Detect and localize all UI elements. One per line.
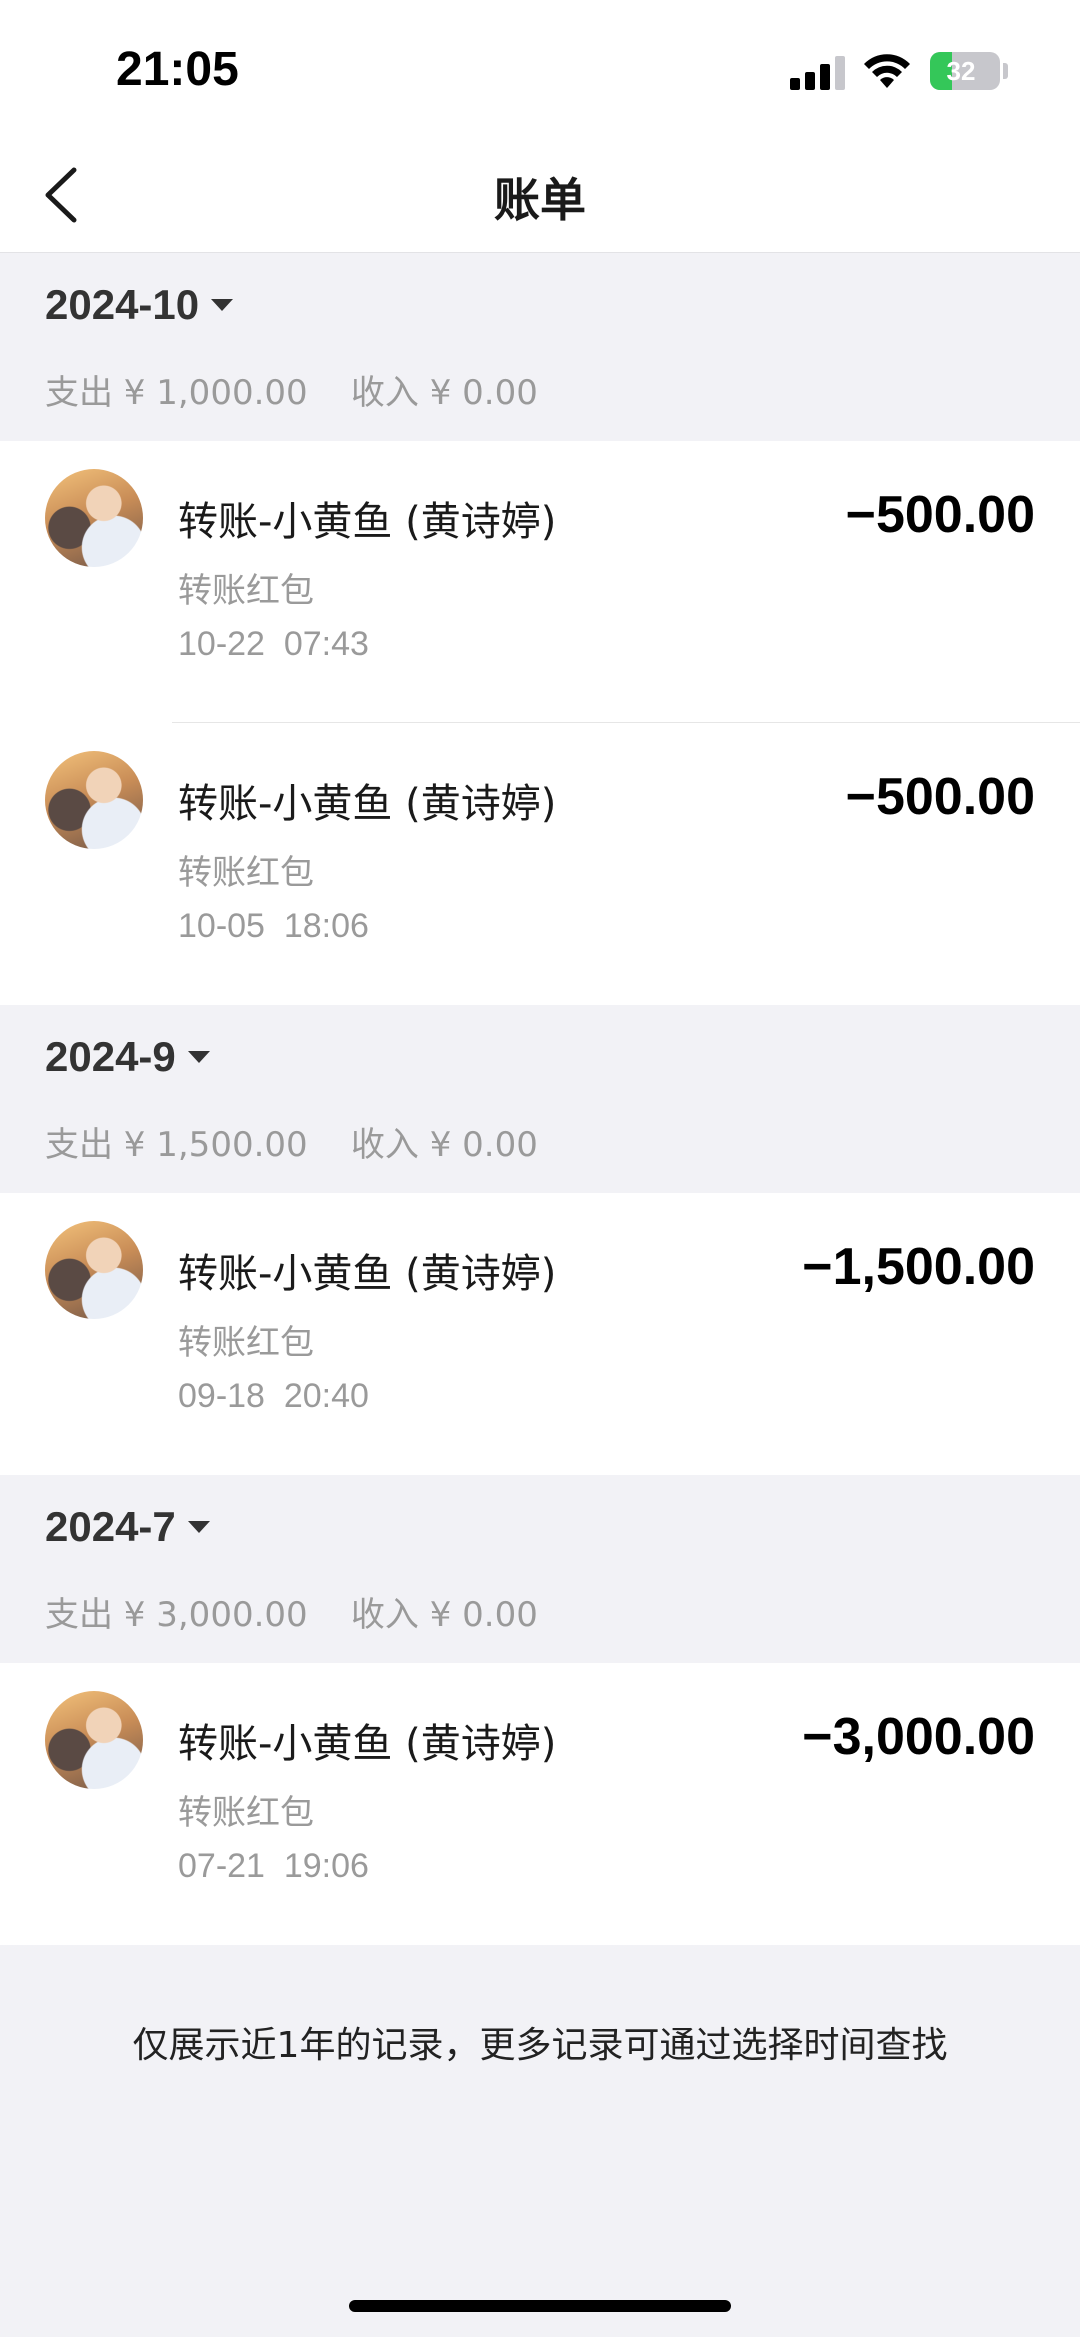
caret-down-icon <box>187 1521 210 1533</box>
page-title: 账单 <box>494 173 586 227</box>
month-summary: 支出 ¥ 1,500.00 收入 ¥ 0.00 <box>45 1125 538 1165</box>
transaction-title: 转账-小黄鱼 (黄诗婷) <box>178 499 557 545</box>
transaction-list: 转账-小黄鱼 (黄诗婷) 转账红包 10-22 07:43 −500.00 转账… <box>0 441 1080 1005</box>
month-header[interactable]: 2024-10 支出 ¥ 1,000.00 收入 ¥ 0.00 <box>0 253 1080 441</box>
transaction-type: 转账红包 <box>178 1793 314 1833</box>
month-summary: 支出 ¥ 1,000.00 收入 ¥ 0.00 <box>45 373 538 413</box>
caret-down-icon <box>211 299 234 311</box>
transaction-list: 转账-小黄鱼 (黄诗婷) 转账红包 07-21 19:06 −3,000.00 <box>0 1663 1080 1945</box>
avatar <box>45 751 143 849</box>
transaction-row[interactable]: 转账-小黄鱼 (黄诗婷) 转账红包 10-22 07:43 −500.00 <box>0 441 1080 723</box>
status-time: 21:05 <box>116 43 239 96</box>
month-summary: 支出 ¥ 3,000.00 收入 ¥ 0.00 <box>45 1595 538 1635</box>
status-bar: 21:05 32 <box>0 0 1080 140</box>
transaction-type: 转账红包 <box>178 1323 314 1363</box>
transaction-amount: −500.00 <box>845 486 1035 544</box>
transaction-time: 10-05 18:06 <box>178 907 369 945</box>
avatar <box>45 469 143 567</box>
avatar <box>45 1221 143 1319</box>
transaction-time: 09-18 20:40 <box>178 1377 369 1415</box>
month-header[interactable]: 2024-9 支出 ¥ 1,500.00 收入 ¥ 0.00 <box>0 1005 1080 1193</box>
month-selector[interactable]: 2024-9 <box>45 1033 210 1081</box>
caret-down-icon <box>187 1051 210 1063</box>
transaction-type: 转账红包 <box>178 571 314 611</box>
transaction-title: 转账-小黄鱼 (黄诗婷) <box>178 1251 557 1297</box>
footer-note: 仅展示近1年的记录，更多记录可通过选择时间查找 <box>132 2025 948 2066</box>
month-selector[interactable]: 2024-10 <box>45 281 234 329</box>
wifi-icon <box>864 54 910 88</box>
battery-level: 32 <box>946 56 976 86</box>
transaction-row[interactable]: 转账-小黄鱼 (黄诗婷) 转账红包 07-21 19:06 −3,000.00 <box>0 1663 1080 1945</box>
transaction-row[interactable]: 转账-小黄鱼 (黄诗婷) 转账红包 09-18 20:40 −1,500.00 <box>0 1193 1080 1475</box>
battery-nub <box>1003 63 1008 79</box>
month-label: 2024-7 <box>45 1503 176 1550</box>
transaction-title: 转账-小黄鱼 (黄诗婷) <box>178 781 557 827</box>
month-header[interactable]: 2024-7 支出 ¥ 3,000.00 收入 ¥ 0.00 <box>0 1475 1080 1663</box>
transaction-type: 转账红包 <box>178 853 314 893</box>
transaction-list: 转账-小黄鱼 (黄诗婷) 转账红包 09-18 20:40 −1,500.00 <box>0 1193 1080 1475</box>
transaction-title: 转账-小黄鱼 (黄诗婷) <box>178 1721 557 1767</box>
month-selector[interactable]: 2024-7 <box>45 1503 210 1551</box>
month-label: 2024-9 <box>45 1033 176 1080</box>
nav-bar: 账单 <box>0 140 1080 253</box>
transaction-amount: −1,500.00 <box>802 1238 1035 1296</box>
transaction-time: 07-21 19:06 <box>178 1847 369 1885</box>
cellular-signal-icon <box>790 54 846 90</box>
transaction-time: 10-22 07:43 <box>178 625 369 663</box>
transaction-row[interactable]: 转账-小黄鱼 (黄诗婷) 转账红包 10-05 18:06 −500.00 <box>0 723 1080 1005</box>
home-indicator[interactable] <box>349 2300 731 2312</box>
transaction-amount: −500.00 <box>845 768 1035 826</box>
month-label: 2024-10 <box>45 281 200 328</box>
battery-charging-icon: 32 <box>930 52 1000 90</box>
avatar <box>45 1691 143 1789</box>
transaction-amount: −3,000.00 <box>802 1708 1035 1766</box>
